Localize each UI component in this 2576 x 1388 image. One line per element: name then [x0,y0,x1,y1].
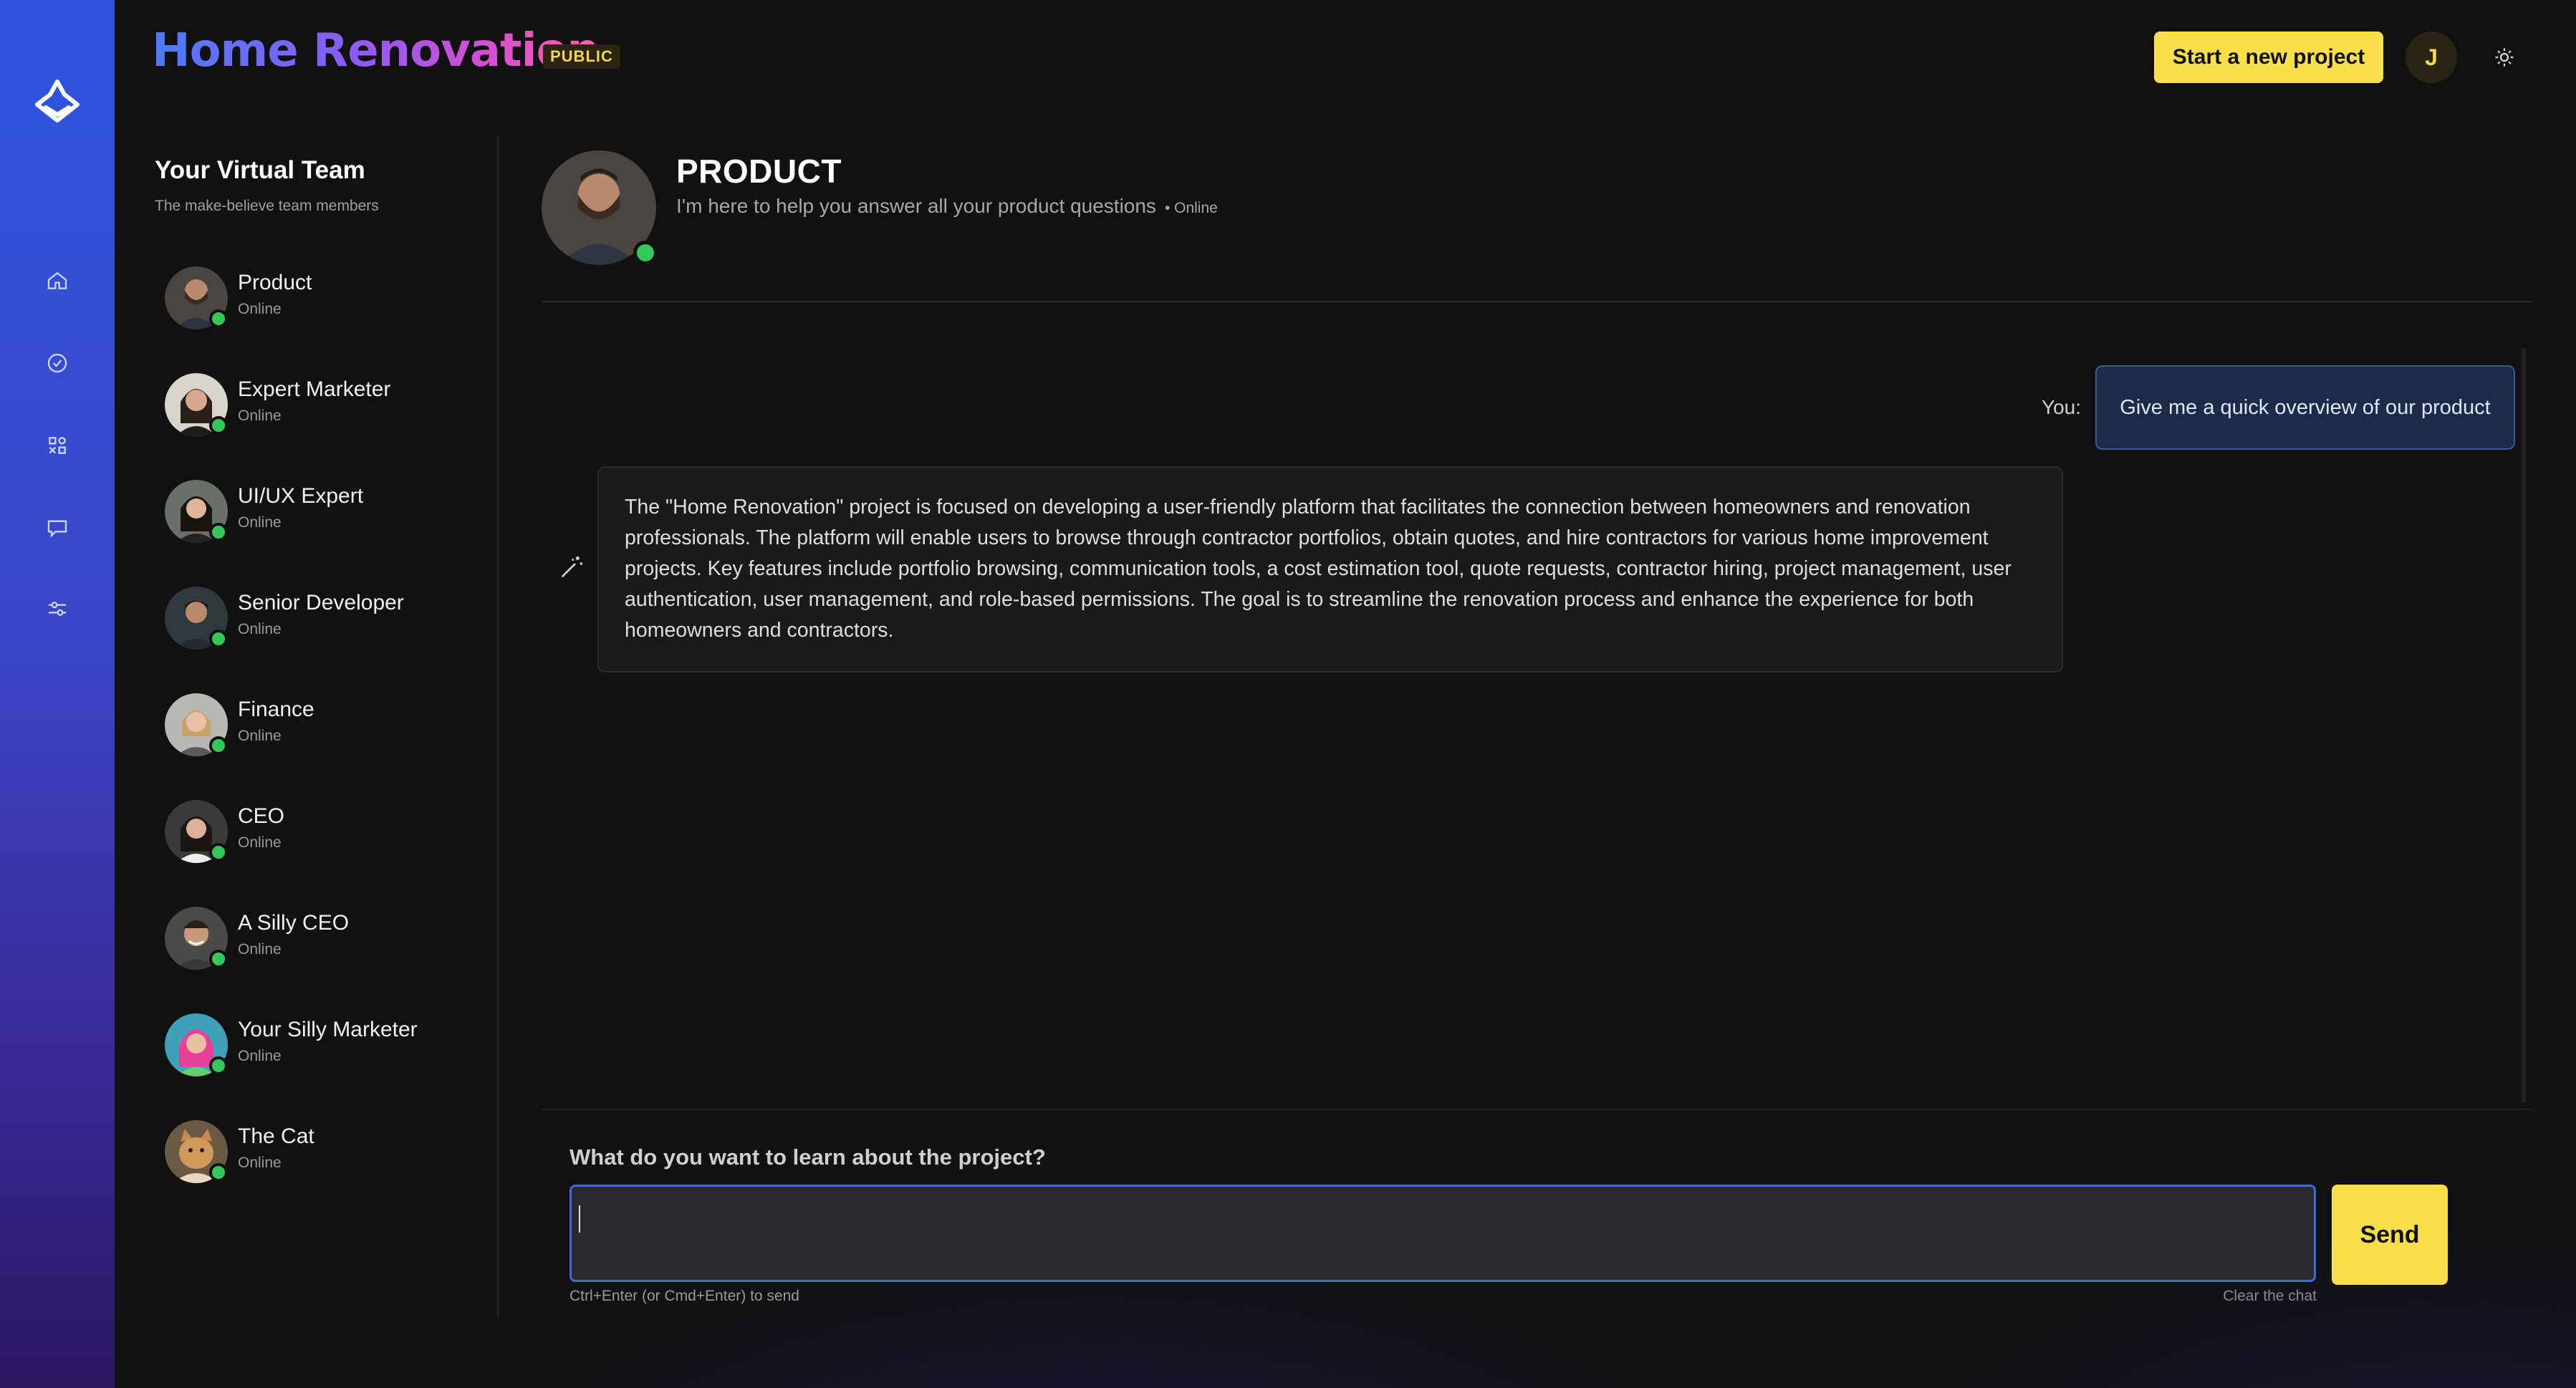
team-member-ceo[interactable]: CEO Online [165,794,480,866]
magic-wand-icon [557,553,586,582]
team-member-your-silly-marketer[interactable]: Your Silly Marketer Online [165,1008,480,1079]
sliders-icon[interactable] [42,593,73,625]
member-status: Online [238,301,282,317]
chat-header-divider [542,301,2533,302]
online-indicator [209,1056,228,1075]
online-indicator [209,416,228,435]
message-input[interactable] [572,1187,2314,1280]
team-subtitle: The make-believe team members [155,198,379,214]
agent-description-text: I'm here to help you answer all your pro… [676,195,1156,217]
team-member-expert-marketer[interactable]: Expert Marketer Online [165,367,480,439]
team-member-a-silly-ceo[interactable]: A Silly CEO Online [165,901,480,973]
agent-name: PRODUCT [676,153,842,190]
app-title: Home Renovation [152,24,600,77]
member-status: Online [238,728,282,744]
sidebar-divider [497,135,499,1318]
online-indicator [209,843,228,862]
member-name: CEO [238,804,285,828]
clear-chat-link[interactable]: Clear the chat [2221,1288,2317,1305]
online-indicator [209,736,228,755]
apps-icon[interactable] [42,430,73,461]
sun-icon[interactable] [2489,42,2520,73]
message-input-box[interactable] [569,1185,2316,1282]
left-rail [0,0,115,1388]
member-name: A Silly CEO [238,911,350,935]
member-name: Expert Marketer [238,377,391,401]
user-message: Give me a quick overview of our product [2095,365,2515,450]
send-shortcut-hint: Ctrl+Enter (or Cmd+Enter) to send [569,1288,799,1304]
main-background [115,0,2576,1388]
agent-description: I'm here to help you answer all your pro… [676,195,1218,218]
member-status: Online [238,1048,282,1064]
team-title: Your Virtual Team [155,156,365,184]
send-button[interactable]: Send [2332,1185,2448,1285]
member-status: Online [238,514,282,531]
online-indicator [209,523,228,541]
member-status: Online [238,621,282,637]
chat-icon[interactable] [42,512,73,544]
text-caret [579,1205,580,1233]
online-indicator [209,1163,228,1182]
member-status: Online [238,408,282,424]
online-indicator [209,950,228,968]
member-status: Online [238,941,282,958]
online-indicator [633,241,658,265]
user-avatar[interactable]: J [2406,32,2457,83]
online-indicator [209,309,228,328]
chat-footer-divider [542,1109,2533,1110]
start-new-project-button[interactable]: Start a new project [2154,32,2383,83]
assistant-message: The "Home Renovation" project is focused… [597,466,2063,673]
member-name: Senior Developer [238,591,404,615]
team-member-product[interactable]: Product Online [165,261,480,332]
team-member-senior-developer[interactable]: Senior Developer Online [165,581,480,652]
member-name: Finance [238,698,314,721]
member-name: The Cat [238,1124,314,1148]
agent-status: • Online [1164,200,1218,216]
prompt-label: What do you want to learn about the proj… [569,1144,1046,1170]
visibility-badge: PUBLIC [543,44,620,69]
online-indicator [209,630,228,648]
logo-icon[interactable] [32,76,83,127]
member-status: Online [238,834,282,851]
chat-scrollbar[interactable] [2522,348,2526,1103]
team-member-finance[interactable]: Finance Online [165,688,480,759]
you-label: You: [2042,396,2082,418]
member-status: Online [238,1155,282,1171]
member-name: Your Silly Marketer [238,1018,418,1041]
home-icon[interactable] [42,265,73,297]
member-name: UI/UX Expert [238,484,364,508]
team-member-the-cat[interactable]: The Cat Online [165,1114,480,1186]
team-member-ui-ux-expert[interactable]: UI/UX Expert Online [165,474,480,546]
check-circle-icon[interactable] [42,347,73,379]
member-name: Product [238,271,312,294]
